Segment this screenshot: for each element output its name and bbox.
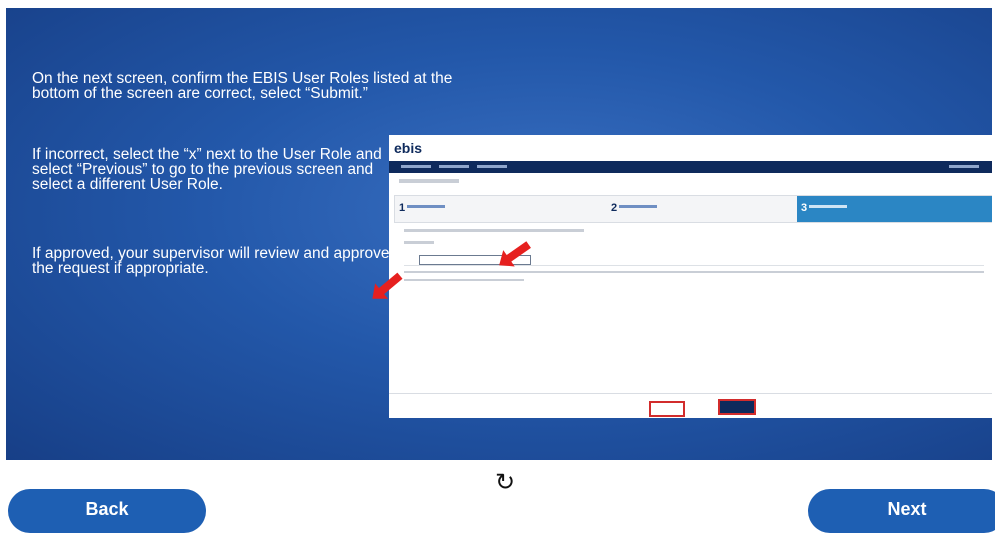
instruction-incorrect: If incorrect, select the “x” next to the… xyxy=(32,146,382,193)
ebis-logo: ebis xyxy=(394,140,423,156)
step-label xyxy=(809,205,847,208)
nav-item xyxy=(439,165,469,168)
instruction-approved: If approved, your supervisor will review… xyxy=(32,245,390,277)
role-description xyxy=(404,271,984,273)
screenshot-footer-divider xyxy=(389,393,992,394)
screenshot-cancel-button xyxy=(691,401,711,413)
screenshot-submit-button xyxy=(718,399,756,415)
slide-panel: On the next screen, confirm the EBIS Use… xyxy=(6,8,992,460)
wizard-step-1: 1 xyxy=(395,196,595,222)
wizard-step-2: 2 xyxy=(607,196,797,222)
user-role-row xyxy=(404,255,984,266)
roles-heading xyxy=(404,241,434,244)
screenshot-breadcrumb xyxy=(399,179,459,183)
screenshot-previous-button xyxy=(649,401,685,417)
role-description xyxy=(404,279,524,281)
nav-item xyxy=(401,165,431,168)
screenshot-navbar xyxy=(389,161,992,173)
wizard-step-3: 3 xyxy=(797,196,992,222)
step-label xyxy=(407,205,445,208)
nav-item xyxy=(477,165,507,168)
back-button[interactable]: Back xyxy=(8,489,206,533)
nav-item xyxy=(949,165,979,168)
replay-icon[interactable]: ↻ xyxy=(491,469,519,497)
step-label xyxy=(619,205,657,208)
instruction-confirm: On the next screen, confirm the EBIS Use… xyxy=(32,70,453,102)
summary-text xyxy=(404,229,584,232)
embedded-screenshot: ebis 1 2 3 xyxy=(389,135,992,418)
next-button[interactable]: Next xyxy=(808,489,995,533)
wizard-steps: 1 2 3 xyxy=(394,195,992,223)
